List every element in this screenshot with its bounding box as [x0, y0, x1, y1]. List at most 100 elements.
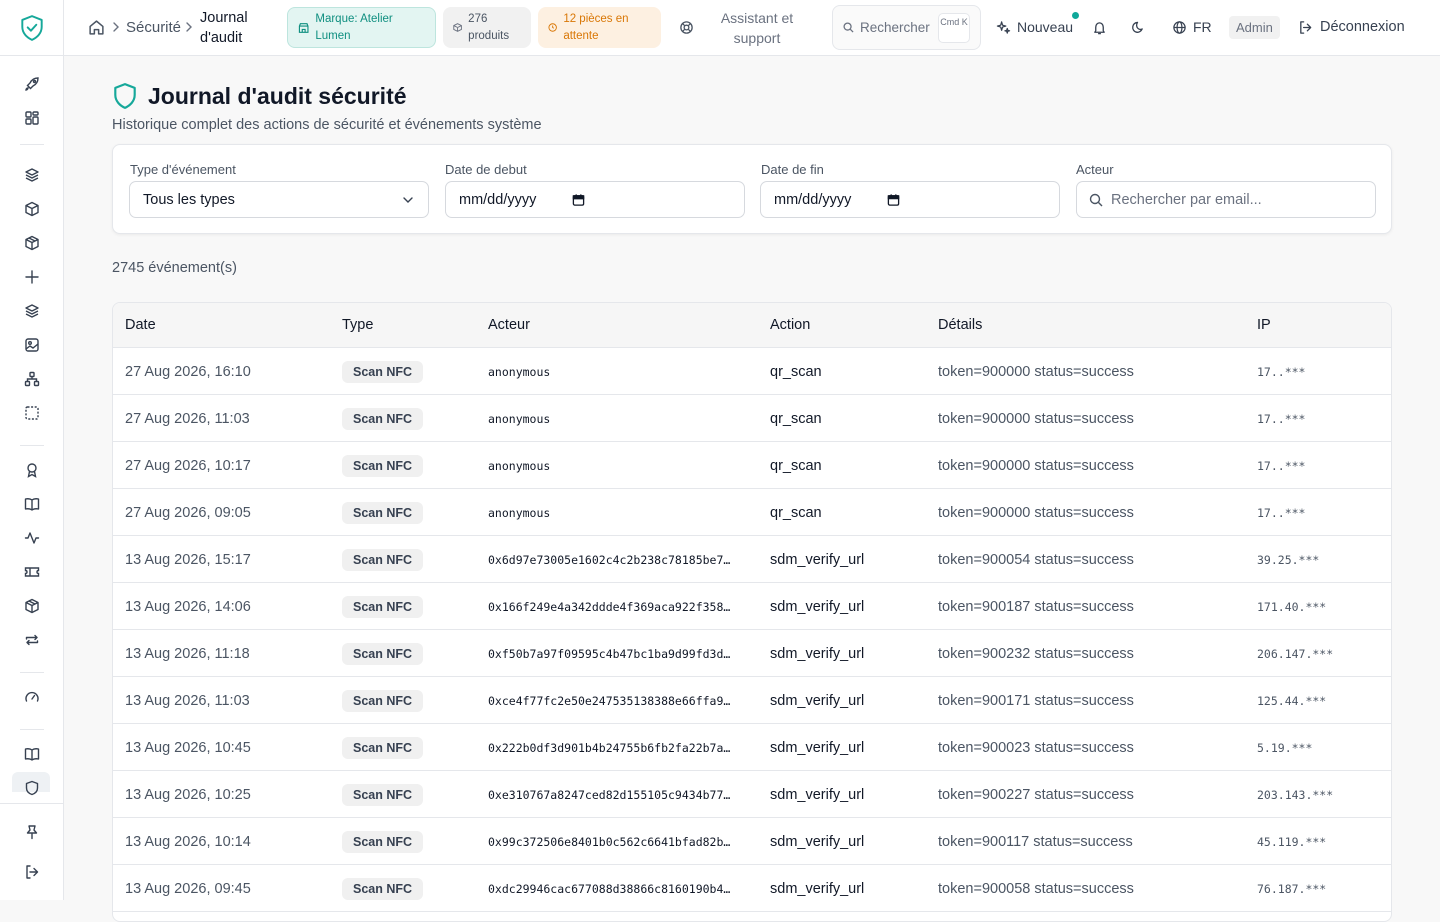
package-icon[interactable]: [22, 596, 42, 616]
sidebar-footer-divider: [0, 803, 64, 804]
scan-icon[interactable]: [22, 403, 42, 423]
table-row[interactable]: 13 Aug 2026, 11:18 Scan NFC 0xf50b7a97f095…: [113, 630, 1391, 677]
bell-icon[interactable]: [1092, 20, 1107, 36]
app-logo[interactable]: [0, 0, 64, 56]
cell-type: Scan NFC: [342, 489, 424, 536]
cell-date: 13 Aug 2026, 10:14: [125, 833, 251, 850]
end-date-input[interactable]: mm/dd/yyyy: [760, 181, 1060, 218]
table-row[interactable]: 13 Aug 2026, 10:25 Scan NFC 0xe310767a8247…: [113, 771, 1391, 818]
cell-date: 13 Aug 2026, 15:17: [125, 551, 251, 568]
network-icon[interactable]: [22, 369, 42, 389]
cell-actor: 0x6d97e73005e1602c4c2b238c78185be7…: [488, 552, 731, 567]
audit-table: Date Type Acteur Action Détails IP 27 Au…: [112, 302, 1392, 922]
column-header-type[interactable]: Type: [342, 317, 373, 333]
cell-action: qr_scan: [770, 457, 822, 474]
column-header-action[interactable]: Action: [770, 317, 810, 333]
cell-action: sdm_verify_url: [770, 551, 865, 568]
new-label: Nouveau: [1017, 19, 1074, 35]
calendar-icon[interactable]: [887, 193, 900, 207]
book-icon[interactable]: [22, 494, 42, 514]
repeat-icon[interactable]: [22, 630, 42, 650]
gauge-icon[interactable]: [22, 687, 42, 707]
new-indicator-dot: [1072, 12, 1079, 19]
activity-icon[interactable]: [22, 528, 42, 548]
table-row[interactable]: 27 Aug 2026, 09:05 Scan NFC anonymous qr_sc…: [113, 489, 1391, 536]
event-type-select[interactable]: Tous les types: [129, 181, 429, 218]
box-icon[interactable]: [22, 199, 42, 219]
cell-details: token=900023 status=success: [938, 739, 1134, 756]
shield-icon[interactable]: [22, 778, 42, 798]
store-icon: [298, 22, 309, 33]
cell-actor: anonymous: [488, 458, 551, 473]
event-type-badge: Scan NFC: [342, 736, 424, 759]
logout-icon[interactable]: [22, 862, 42, 882]
column-header-ip[interactable]: IP: [1257, 317, 1271, 333]
dashboard-icon[interactable]: [22, 108, 42, 128]
table-row[interactable]: 13 Aug 2026, 11:03 Scan NFC 0xce4f77fc2e50…: [113, 677, 1391, 724]
sidebar-divider: [20, 729, 44, 730]
ticket-icon[interactable]: [22, 562, 42, 582]
language-selector[interactable]: FR: [1172, 19, 1212, 35]
sidebar: [0, 0, 64, 900]
table-row[interactable]: 27 Aug 2026, 11:03 Scan NFC anonymous qr_sc…: [113, 395, 1391, 442]
table-row[interactable]: 27 Aug 2026, 16:10 Scan NFC anonymous qr_sc…: [113, 348, 1391, 395]
cell-type: Scan NFC: [342, 771, 424, 818]
table-row[interactable]: 27 Aug 2026, 10:17 Scan NFC anonymous qr_sc…: [113, 442, 1391, 489]
page-title: Journal d'audit sécurité: [148, 82, 407, 109]
column-header-date[interactable]: Date: [125, 317, 156, 333]
plus-icon[interactable]: [22, 267, 42, 287]
layers-icon[interactable]: [22, 165, 42, 185]
image-icon[interactable]: [22, 335, 42, 355]
actor-search-input[interactable]: Rechercher par email...: [1076, 181, 1376, 218]
clock-icon: [548, 23, 557, 32]
logout-label: Déconnexion: [1320, 19, 1405, 35]
column-header-actor[interactable]: Acteur: [488, 317, 530, 333]
rocket-icon[interactable]: [22, 74, 42, 94]
package-icon[interactable]: [22, 233, 42, 253]
language-label: FR: [1193, 19, 1212, 35]
cell-action: sdm_verify_url: [770, 692, 865, 709]
new-button[interactable]: Nouveau: [996, 19, 1073, 35]
event-type-badge: Scan NFC: [342, 407, 424, 430]
chevron-down-icon: [403, 197, 413, 203]
lifebuoy-icon[interactable]: [679, 20, 694, 35]
moon-icon[interactable]: [1130, 20, 1145, 35]
table-row[interactable]: 13 Aug 2026, 14:06 Scan NFC 0x166f249e4a34…: [113, 583, 1391, 630]
cell-actor: 0xdc29946cac677088d38866c8160190b4…: [488, 881, 731, 896]
cell-ip: 206.147.***: [1257, 646, 1334, 661]
event-type-badge: Scan NFC: [342, 360, 424, 383]
column-header-details[interactable]: Détails: [938, 317, 982, 333]
book-open-icon[interactable]: [22, 744, 42, 764]
cell-action: sdm_verify_url: [770, 739, 865, 756]
event-type-badge: Scan NFC: [342, 454, 424, 477]
products-count-pill[interactable]: 276 produits: [443, 7, 531, 48]
cell-ip: 5.19.***: [1257, 740, 1313, 755]
pin-icon[interactable]: [22, 822, 42, 842]
cell-action: qr_scan: [770, 410, 822, 427]
cell-ip: 45.119.***: [1257, 834, 1327, 849]
breadcrumb-current: Journal d'audit: [200, 10, 248, 46]
cell-ip: 17..***: [1257, 411, 1306, 426]
layers-icon[interactable]: [22, 301, 42, 321]
calendar-icon[interactable]: [572, 193, 585, 207]
logout-button[interactable]: Déconnexion: [1298, 19, 1405, 35]
brand-selector[interactable]: Marque: Atelier Lumen: [287, 7, 436, 48]
table-row[interactable]: 13 Aug 2026, 15:17 Scan NFC 0x6d97e73005e1…: [113, 536, 1391, 583]
start-date-input[interactable]: mm/dd/yyyy: [445, 181, 745, 218]
table-row[interactable]: 13 Aug 2026, 10:14 Scan NFC 0x99c372506e84…: [113, 818, 1391, 865]
cell-date: 27 Aug 2026, 09:05: [125, 504, 251, 521]
table-row[interactable]: 13 Aug 2026, 09:45 Scan NFC 0xdc29946cac67…: [113, 865, 1391, 912]
cell-details: token=900187 status=success: [938, 598, 1134, 615]
cell-date: 27 Aug 2026, 11:03: [125, 410, 250, 427]
cell-action: qr_scan: [770, 363, 822, 380]
pending-pieces-pill[interactable]: 12 pièces en attente: [538, 7, 661, 48]
global-search[interactable]: Rechercher Cmd K: [832, 5, 981, 50]
support-link[interactable]: Assistant et support: [712, 8, 802, 48]
breadcrumb-securite[interactable]: Sécurité: [126, 19, 181, 36]
award-icon[interactable]: [22, 460, 42, 480]
table-row[interactable]: 13 Aug 2026, 10:45 Scan NFC 0x222b0df3d901…: [113, 724, 1391, 771]
home-icon[interactable]: [88, 19, 105, 36]
cell-ip: 17..***: [1257, 364, 1306, 379]
end-date-value: mm/dd/yyyy: [774, 191, 852, 208]
cell-details: token=900171 status=success: [938, 692, 1134, 709]
